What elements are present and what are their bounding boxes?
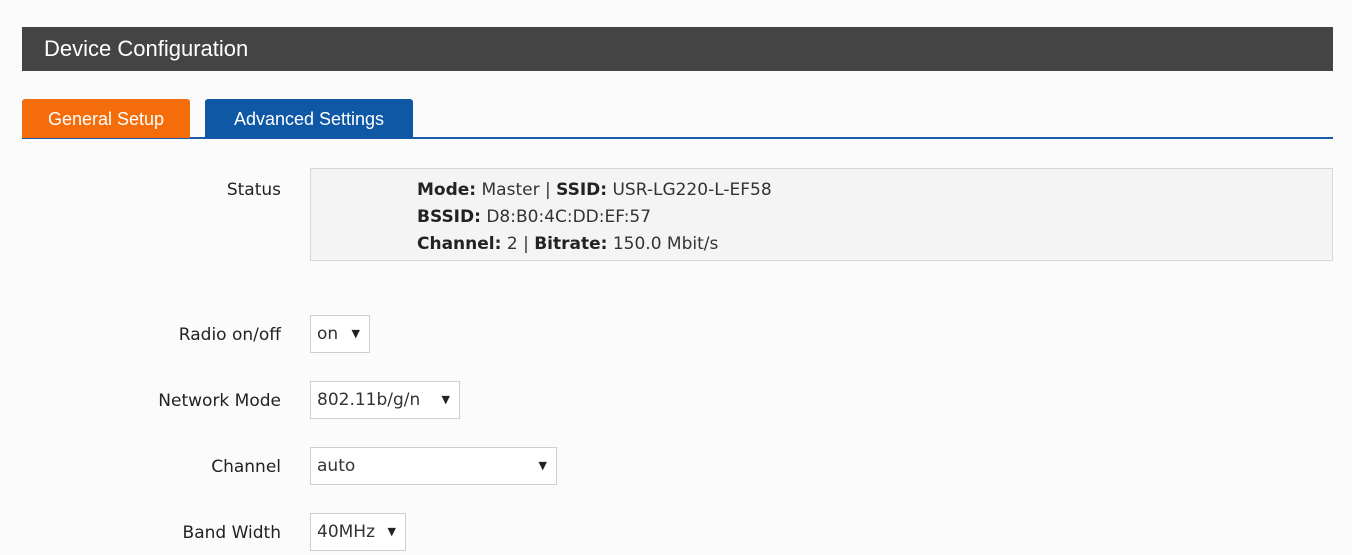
caret-down-icon: ▼ bbox=[441, 393, 450, 406]
page-title: Device Configuration bbox=[22, 27, 1333, 71]
caret-down-icon: ▼ bbox=[351, 327, 360, 340]
status-line-channel: Channel: 2 | Bitrate: 150.0 Mbit/s bbox=[417, 231, 772, 258]
radio-label: Radio on/off bbox=[178, 325, 281, 345]
bssid-value: D8:B0:4C:DD:EF:57 bbox=[486, 207, 652, 227]
ssid-key: SSID: bbox=[556, 180, 608, 200]
status-label: Status bbox=[226, 180, 281, 200]
status-lines: Mode: Master | SSID: USR-LG220-L-EF58 BS… bbox=[417, 177, 772, 258]
bitrate-key: Bitrate: bbox=[534, 234, 608, 254]
device-configuration-panel: Device Configuration General Setup Advan… bbox=[0, 0, 1352, 555]
radio-select[interactable]: on ▼ bbox=[310, 315, 370, 353]
status-line-mode: Mode: Master | SSID: USR-LG220-L-EF58 bbox=[417, 177, 772, 204]
caret-down-icon: ▼ bbox=[538, 459, 547, 472]
bssid-key: BSSID: bbox=[417, 207, 481, 227]
mode-key: Mode: bbox=[417, 180, 477, 200]
band-width-select[interactable]: 40MHz ▼ bbox=[310, 513, 406, 551]
network-mode-label: Network Mode bbox=[158, 391, 281, 411]
channel-select-value: auto bbox=[317, 456, 356, 476]
band-width-label: Band Width bbox=[182, 523, 281, 543]
radio-select-value: on bbox=[317, 324, 339, 344]
network-mode-select-value: 802.11b/g/n bbox=[317, 390, 421, 410]
mode-value: Master bbox=[481, 180, 540, 200]
status-box: Mode: Master | SSID: USR-LG220-L-EF58 BS… bbox=[310, 168, 1333, 261]
tab-general-setup[interactable]: General Setup bbox=[22, 99, 190, 138]
status-line-bssid: BSSID: D8:B0:4C:DD:EF:57 bbox=[417, 204, 772, 231]
caret-down-icon: ▼ bbox=[387, 525, 396, 538]
tab-advanced-settings[interactable]: Advanced Settings bbox=[205, 99, 413, 138]
channel-key: Channel: bbox=[417, 234, 502, 254]
ssid-value: USR-LG220-L-EF58 bbox=[612, 180, 772, 200]
separator: | bbox=[523, 234, 529, 254]
channel-label: Channel bbox=[211, 457, 281, 477]
separator: | bbox=[544, 180, 551, 200]
bitrate-value: 150.0 Mbit/s bbox=[612, 234, 719, 254]
tab-bar: General Setup Advanced Settings bbox=[22, 99, 1333, 139]
network-mode-select[interactable]: 802.11b/g/n ▼ bbox=[310, 381, 460, 419]
channel-value: 2 bbox=[506, 234, 518, 254]
channel-select[interactable]: auto ▼ bbox=[310, 447, 557, 485]
band-width-select-value: 40MHz bbox=[317, 522, 376, 542]
